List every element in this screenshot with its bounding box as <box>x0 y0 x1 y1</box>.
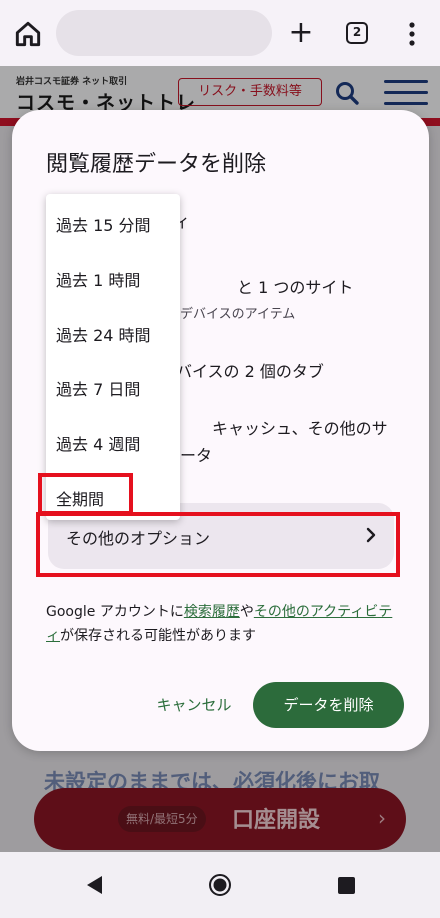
address-bar[interactable] <box>56 10 272 56</box>
delete-data-button[interactable]: データを削除 <box>253 682 404 728</box>
highlight-all-time <box>38 473 133 515</box>
home-icon[interactable] <box>12 18 44 50</box>
nav-recents-icon[interactable] <box>338 877 355 894</box>
system-nav-bar <box>0 852 440 918</box>
account-footnote: Google アカウントに検索履歴やその他のアクティビティが保存される可能性があ… <box>46 600 402 648</box>
nav-back-icon[interactable] <box>84 874 104 896</box>
tab-switcher-icon[interactable]: 2 <box>346 22 368 44</box>
cache-summary-partial-2: ータ <box>180 446 213 465</box>
cache-summary-partial: キャッシュ、その他のサ <box>212 419 388 438</box>
search-history-link[interactable]: 検索履歴 <box>184 604 240 620</box>
dialog-title: 閲覧履歴データを削除 <box>46 152 267 177</box>
time-range-option-4weeks[interactable]: 過去 4 週間 <box>56 431 140 455</box>
footnote-prefix: Google アカウントに <box>46 604 184 620</box>
history-summary-partial: と 1 つのサイト <box>237 278 354 297</box>
footnote-suffix: が保存される可能性があります <box>60 628 256 644</box>
nav-home-icon[interactable] <box>208 873 232 897</box>
tabs-summary-partial: バイスの 2 個のタブ <box>176 362 324 381</box>
browser-toolbar: + 2 <box>0 0 440 66</box>
plus-icon[interactable]: + <box>286 16 316 50</box>
footnote-middle: や <box>239 604 254 620</box>
time-range-option-15min[interactable]: 過去 15 分間 <box>56 212 151 236</box>
more-vert-icon[interactable] <box>400 18 424 50</box>
time-range-option-7days[interactable]: 過去 7 日間 <box>56 376 140 400</box>
highlight-more-options <box>36 512 400 577</box>
time-range-dropdown: 過去 15 分間 過去 1 時間 過去 24 時間 過去 7 日間 過去 4 週… <box>46 194 180 520</box>
cancel-button[interactable]: キャンセル <box>148 690 240 720</box>
time-range-option-1hour[interactable]: 過去 1 時間 <box>56 267 140 291</box>
history-subtext-partial: デバイスのアイテム <box>180 307 296 322</box>
time-range-option-24hours[interactable]: 過去 24 時間 <box>56 322 151 346</box>
